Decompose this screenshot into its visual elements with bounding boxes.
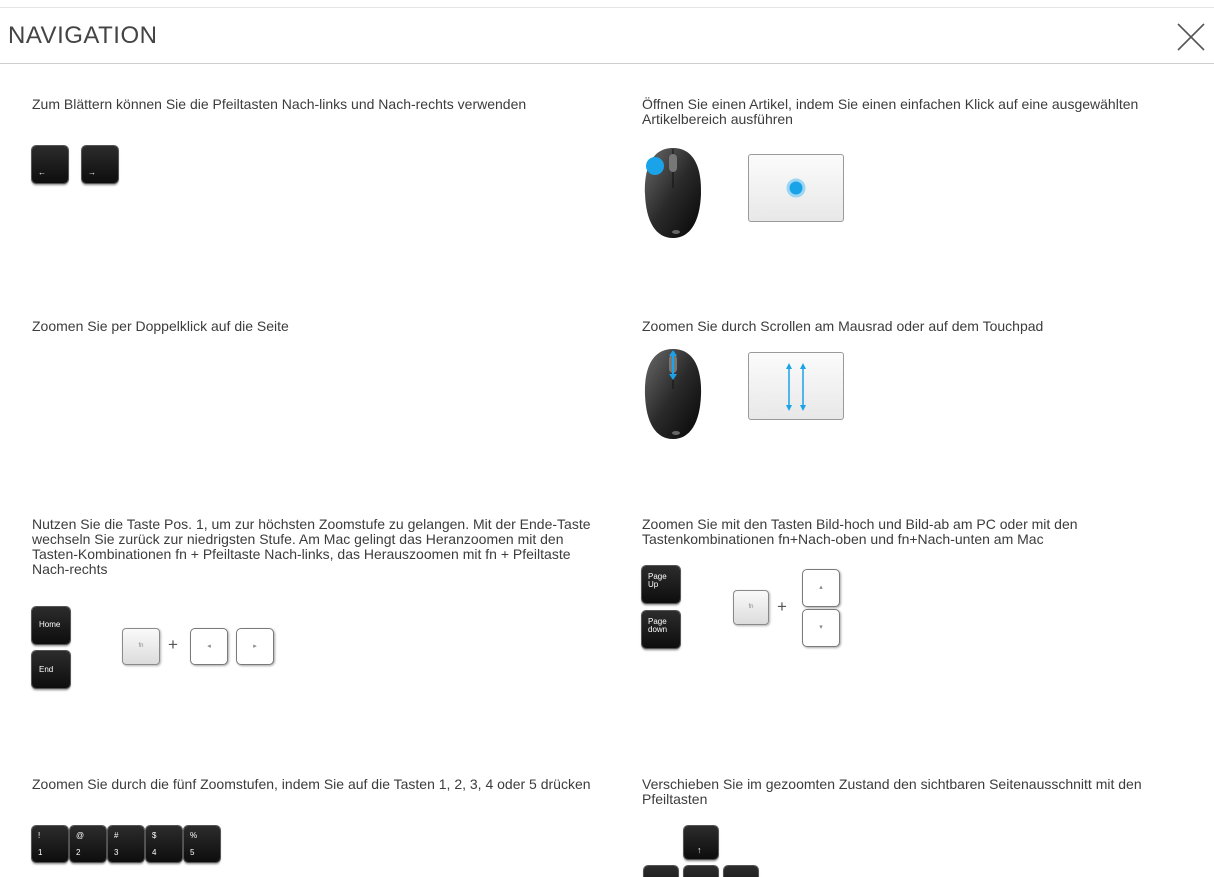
number-key-1: ! 1 xyxy=(32,826,68,862)
pan-text: Verschieben Sie im gezoomten Zustand den… xyxy=(642,776,1142,807)
navigation-help-panel: NAVIGATION Zum Blättern können Sie die P… xyxy=(0,0,1214,877)
end-key: End xyxy=(32,651,70,688)
zoom-levels-text: Zoomen Sie durch die fünf Zoomstufen, in… xyxy=(32,776,591,792)
number-key-symbol: % xyxy=(190,831,198,840)
mouse-click-icon xyxy=(644,148,702,238)
right-arrow-key-label: → xyxy=(88,168,96,177)
down-arrow-key-outline: ▾ xyxy=(802,609,840,647)
mouse-scroll-icon xyxy=(644,349,702,439)
home-end-text: Nutzen Sie die Taste Pos. 1, um zur höch… xyxy=(32,516,591,577)
plus-sign: + xyxy=(168,635,178,654)
plus-sign-mac: + xyxy=(777,597,787,616)
up-arrow-key-dark: ↑ xyxy=(684,826,718,859)
left-arrow-key-outline: ◂ xyxy=(190,628,228,665)
right-arrow-key: → xyxy=(82,146,118,183)
page-down-key-label: Page down xyxy=(648,618,667,634)
page-up-key: Page Up xyxy=(642,566,680,603)
left-arrow-key-dark xyxy=(644,866,678,877)
number-key-symbol: ! xyxy=(38,831,41,840)
page-down-line2: down xyxy=(648,625,668,634)
close-icon[interactable] xyxy=(1176,22,1206,52)
left-arrow-key: ← xyxy=(32,146,68,183)
left-arrow-key-label: ← xyxy=(38,168,46,177)
number-key-5: % 5 xyxy=(184,826,220,862)
number-key-3: #3 xyxy=(108,826,144,862)
open-article-text: Öffnen Sie einen Artikel, indem Sie eine… xyxy=(642,96,1139,127)
number-key-symbol: @ xyxy=(76,831,85,840)
down-arrow-key-dark xyxy=(684,866,718,877)
fn-key: fn xyxy=(122,628,160,665)
number-key-4: $4 xyxy=(146,826,182,862)
touchpad-click xyxy=(748,154,844,222)
page-title: NAVIGATION xyxy=(8,22,158,49)
zoom-doubleclick-text: Zoomen Sie per Doppelklick auf die Seite xyxy=(32,318,289,334)
number-key-symbol: # xyxy=(114,831,119,840)
number-key-digit: 3 xyxy=(114,848,119,857)
end-key-label: End xyxy=(39,665,54,674)
browse-text: Zum Blättern können Sie die Pfeiltasten … xyxy=(32,96,527,112)
page-down-key: Page down xyxy=(642,611,680,648)
page-keys-text: Zoomen Sie mit den Tasten Bild-hoch und … xyxy=(642,516,1078,547)
number-key-digit: 1 xyxy=(38,848,43,857)
page-up-key-label: Page Up xyxy=(648,573,667,589)
up-arrow-key-dark-label: ↑ xyxy=(697,845,702,855)
number-key-digit: 5 xyxy=(190,848,195,857)
number-key-digit: 4 xyxy=(152,848,157,857)
up-arrow-key-outline: ▴ xyxy=(802,569,840,607)
header: NAVIGATION xyxy=(0,8,1214,64)
touchpad-scroll xyxy=(748,352,844,420)
scroll-arrows-icon xyxy=(786,363,806,411)
page-up-line2: Up xyxy=(648,580,659,589)
home-key: Home xyxy=(32,607,70,644)
tap-dot-icon xyxy=(786,178,806,198)
home-key-label: Home xyxy=(39,620,61,629)
number-key-symbol: $ xyxy=(152,831,157,840)
number-key-2: @2 xyxy=(70,826,106,862)
zoom-scroll-text: Zoomen Sie durch Scrollen am Mausrad ode… xyxy=(642,318,1044,334)
right-arrow-key-outline: ▸ xyxy=(236,628,274,665)
right-arrow-key-dark xyxy=(724,866,758,877)
fn-key-mac: fn xyxy=(733,590,769,625)
number-key-digit: 2 xyxy=(76,848,81,857)
